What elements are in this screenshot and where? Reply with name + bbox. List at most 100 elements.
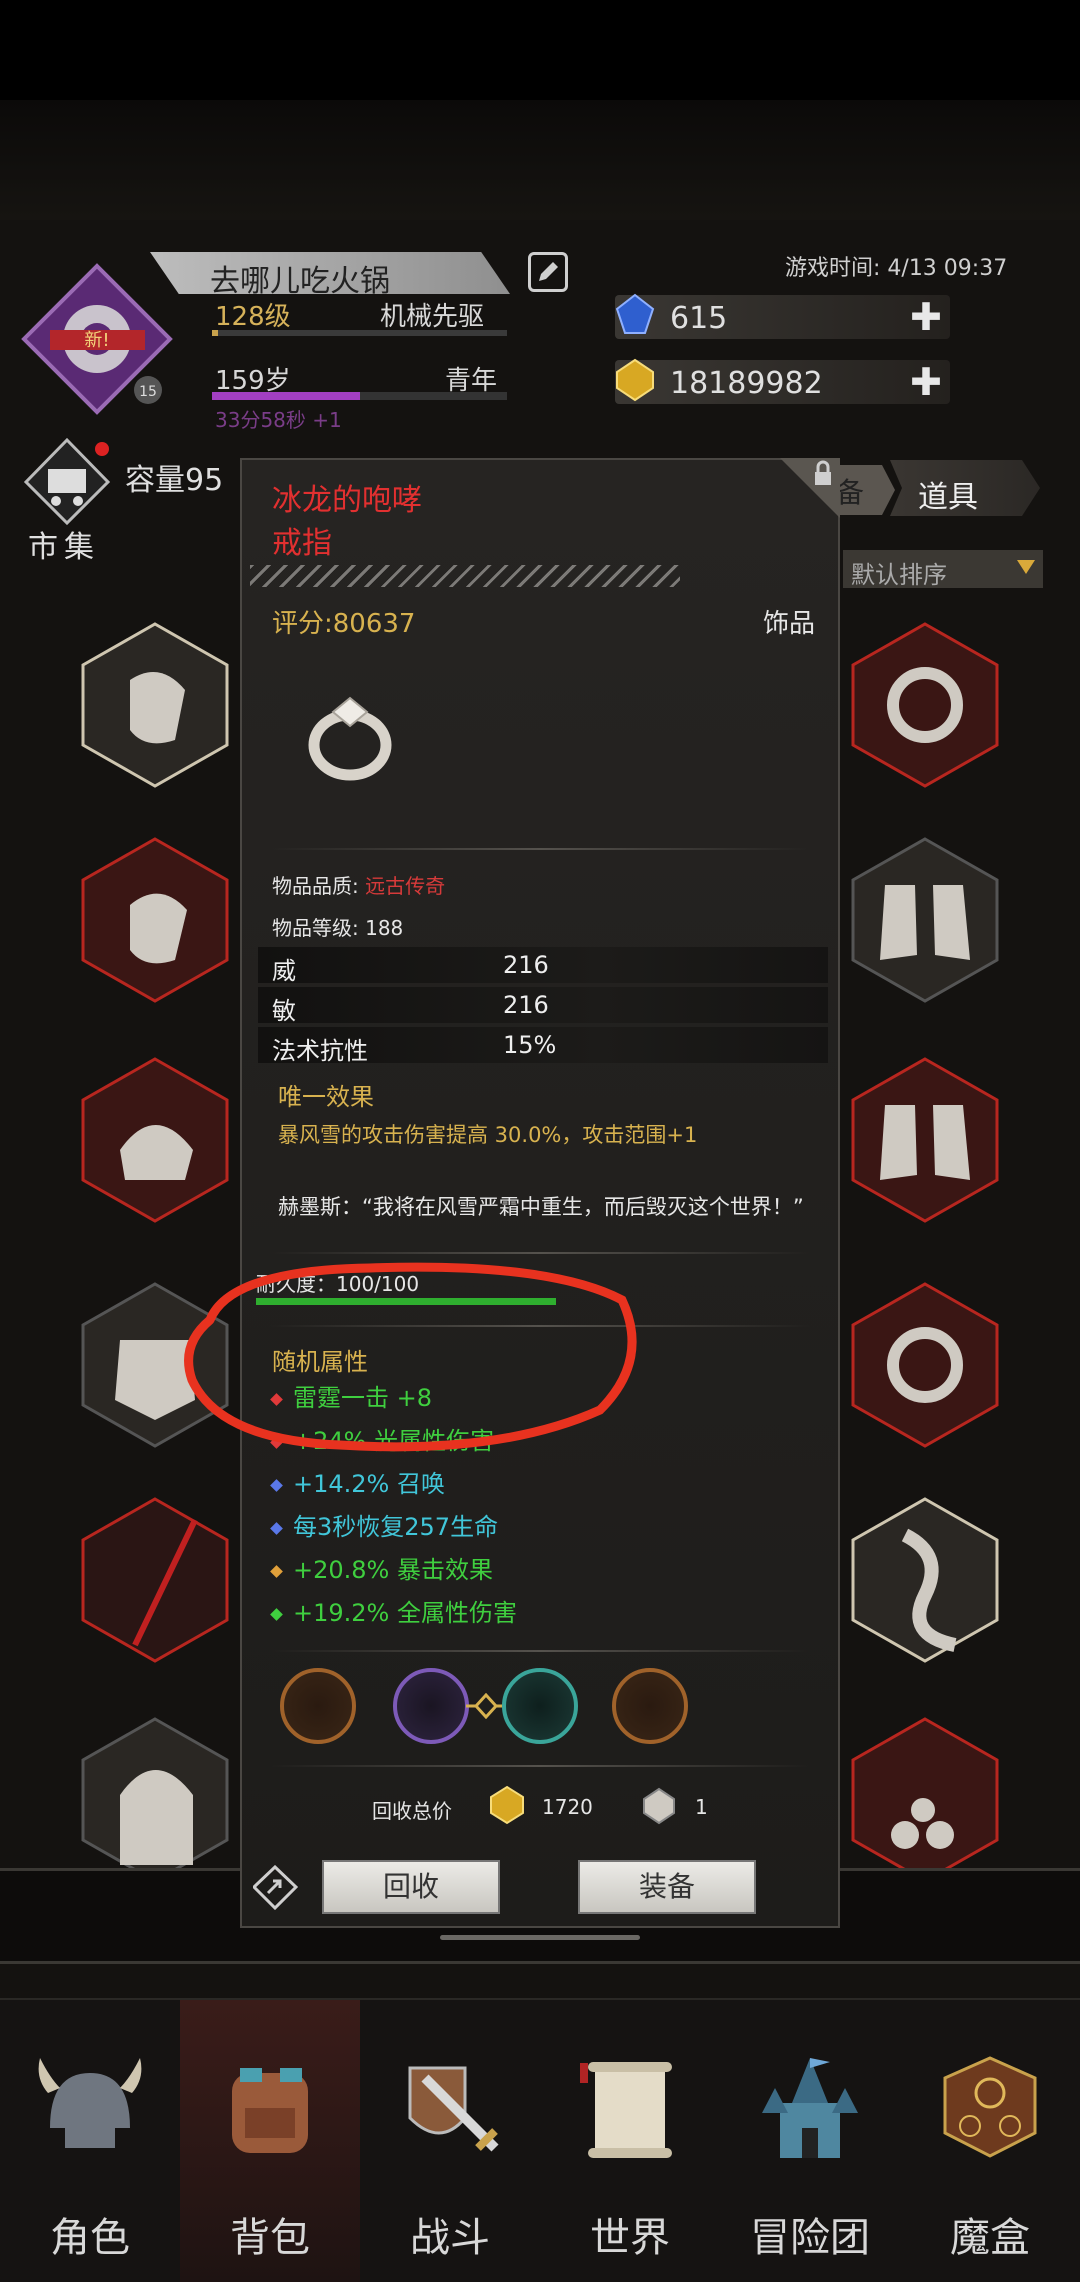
random-stat: +20.8% 暴击效果 bbox=[270, 1550, 493, 1585]
item-lore-quote: 赫墨斯：“我将在风雪严霜中重生，而后毁灭这个世界！” bbox=[278, 1195, 804, 1219]
age-progress-bar bbox=[212, 392, 507, 400]
player-level: 128级 bbox=[215, 302, 291, 332]
gem-currency: 615 ✚ bbox=[615, 293, 950, 339]
recycle-shard-value: 1 bbox=[695, 1795, 708, 1819]
nav-item-backpack[interactable]: 背包 bbox=[180, 2000, 360, 2282]
inventory-slot[interactable] bbox=[845, 1495, 1005, 1665]
sword-shield-icon bbox=[408, 2066, 499, 2152]
attribute-row: 敏 216 bbox=[258, 987, 828, 1025]
pencil-icon bbox=[539, 262, 558, 281]
magic-box-icon bbox=[943, 2056, 1037, 2158]
avatar-level-badge: 15 bbox=[139, 384, 157, 400]
decorative-stripes bbox=[250, 565, 680, 587]
attribute-row: 威 216 bbox=[258, 947, 828, 985]
add-gems-button[interactable]: ✚ bbox=[910, 295, 942, 339]
sort-label: 默认排序 bbox=[851, 561, 947, 589]
random-stat-text: +14.2% 召唤 bbox=[293, 1470, 445, 1498]
nav-item-character[interactable]: 角色 bbox=[0, 2000, 180, 2282]
nav-item-world[interactable]: 世界 bbox=[540, 2000, 720, 2282]
recycle-button[interactable]: 回收 bbox=[322, 1860, 500, 1914]
random-stat: +19.2% 全属性伤害 bbox=[270, 1593, 517, 1628]
nav-label: 魔盒 bbox=[950, 2215, 1030, 2261]
nav-label: 战斗 bbox=[410, 2215, 490, 2261]
gold-crystal-icon bbox=[490, 1785, 524, 1825]
status-bar bbox=[0, 0, 1080, 100]
backpack-icon bbox=[232, 2068, 308, 2153]
unique-effect-description: 暴风雪的攻击伤害提高 30.0%，攻击范围+1 bbox=[278, 1123, 698, 1147]
trinket-icon bbox=[911, 1798, 935, 1822]
inventory-slot[interactable] bbox=[75, 620, 235, 790]
blue-gem-icon bbox=[615, 293, 655, 334]
divider bbox=[270, 1765, 810, 1767]
socket-link-icon bbox=[466, 1693, 506, 1719]
inventory-slot[interactable] bbox=[845, 835, 1005, 1005]
player-class: 机械先驱 bbox=[380, 302, 485, 332]
recycle-total-label: 回收总价 bbox=[372, 1799, 452, 1823]
bottom-navigation: 角色 背包 战斗 世界 冒险团 魔盒 bbox=[0, 1998, 1080, 2282]
add-gold-button[interactable]: ✚ bbox=[910, 360, 942, 404]
gem-socket[interactable] bbox=[502, 1668, 578, 1744]
item-quality: 物品品质: 远古传奇 bbox=[272, 874, 446, 898]
avatar-new-badge: 新! bbox=[84, 330, 109, 351]
gem-socket[interactable] bbox=[612, 1668, 688, 1744]
share-icon[interactable] bbox=[253, 1865, 298, 1910]
header-backdrop bbox=[0, 100, 1080, 220]
scroll-map-icon bbox=[580, 2062, 672, 2158]
lock-icon[interactable] bbox=[780, 458, 840, 518]
stat-dot-icon bbox=[270, 1607, 283, 1621]
item-type: 戒指 bbox=[272, 526, 332, 561]
unique-effect-title: 唯一效果 bbox=[278, 1083, 374, 1111]
dropdown-arrow-icon bbox=[1017, 560, 1035, 574]
recycle-gold-value: 1720 bbox=[542, 1795, 593, 1819]
ring-icon bbox=[308, 696, 392, 781]
market-label[interactable]: 市集 bbox=[28, 522, 100, 566]
capacity-label: 容量95 bbox=[125, 463, 224, 498]
random-stat-text: 每3秒恢复257生命 bbox=[293, 1513, 499, 1541]
stat-dot-icon bbox=[270, 1564, 283, 1578]
castle-icon bbox=[762, 2058, 858, 2158]
gem-socket[interactable] bbox=[280, 1668, 356, 1744]
item-level: 物品等级: 188 bbox=[272, 916, 404, 940]
edit-name-button[interactable] bbox=[528, 252, 568, 292]
random-stat: 每3秒恢复257生命 bbox=[270, 1507, 499, 1542]
item-name: 冰龙的咆哮 bbox=[272, 483, 422, 518]
random-stat-text: +20.8% 暴击效果 bbox=[293, 1556, 493, 1584]
tab-items[interactable]: 道具 bbox=[890, 460, 1040, 516]
equip-button[interactable]: 装备 bbox=[578, 1860, 756, 1914]
popup-handle bbox=[440, 1935, 640, 1940]
nav-item-magic-box[interactable]: 魔盒 bbox=[900, 2000, 1080, 2282]
item-category: 饰品 bbox=[763, 609, 816, 639]
shard-icon bbox=[643, 1787, 675, 1825]
player-avatar[interactable]: 新! 15 bbox=[20, 262, 175, 417]
divider bbox=[270, 1650, 810, 1652]
inventory-slot[interactable] bbox=[845, 1715, 1005, 1885]
inventory-slot[interactable] bbox=[75, 1715, 235, 1885]
nav-item-adventure-team[interactable]: 冒险团 bbox=[720, 2000, 900, 2282]
gold-currency: 18189982 ✚ bbox=[615, 358, 950, 404]
nav-label: 冒险团 bbox=[750, 2215, 870, 2261]
sort-dropdown[interactable]: 默认排序 bbox=[843, 550, 1043, 589]
inventory-slot[interactable] bbox=[75, 1055, 235, 1225]
inventory-slot[interactable] bbox=[75, 835, 235, 1005]
divider bbox=[270, 848, 810, 850]
inventory-slot[interactable] bbox=[75, 1495, 235, 1665]
stat-dot-icon bbox=[270, 1521, 283, 1535]
inventory-slot[interactable] bbox=[845, 1280, 1005, 1450]
stat-dot-icon bbox=[270, 1478, 283, 1492]
item-score: 评分:80637 bbox=[272, 609, 416, 639]
game-time: 游戏时间: 4/13 09:37 bbox=[785, 256, 1008, 281]
nav-label: 角色 bbox=[50, 2215, 130, 2261]
inventory-slot[interactable] bbox=[845, 1055, 1005, 1225]
market-cart-icon[interactable] bbox=[20, 435, 115, 530]
gold-count: 18189982 bbox=[670, 366, 823, 401]
inventory-slot[interactable] bbox=[845, 620, 1005, 790]
nav-label: 背包 bbox=[230, 2215, 310, 2261]
random-stat-text: +19.2% 全属性伤害 bbox=[293, 1599, 517, 1627]
gold-crystal-icon bbox=[616, 358, 654, 402]
level-progress-bar bbox=[212, 330, 507, 336]
nav-item-battle[interactable]: 战斗 bbox=[360, 2000, 540, 2282]
gem-count: 615 bbox=[670, 301, 728, 336]
gem-socket[interactable] bbox=[393, 1668, 469, 1744]
item-quality-value: 远古传奇 bbox=[365, 874, 446, 898]
player-name: 去哪儿吃火锅 bbox=[210, 264, 390, 299]
